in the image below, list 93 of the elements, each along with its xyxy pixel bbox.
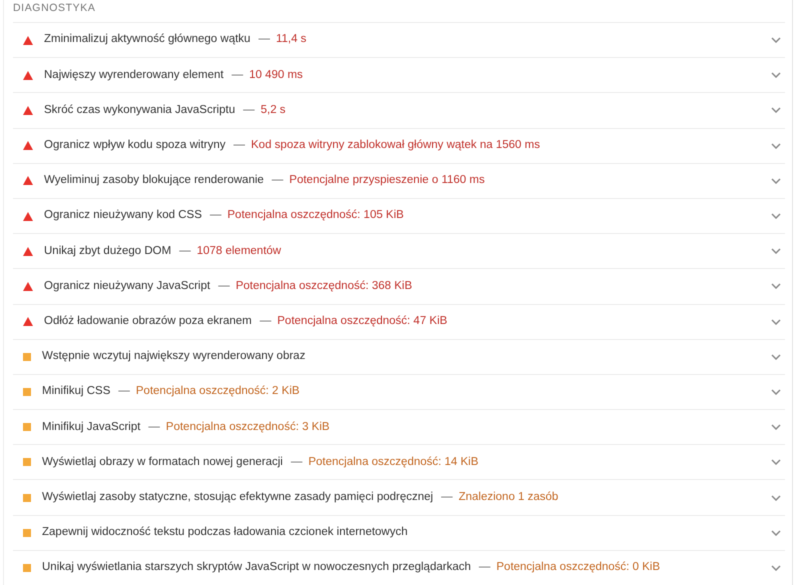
- square-icon: [23, 494, 31, 502]
- chevron-icon: [771, 494, 781, 501]
- audit-detail: 11,4 s: [276, 32, 306, 48]
- audit-row[interactable]: Ogranicz nieużywany JavaScript — Potencjalna oszczędność: 368 KiB: [13, 269, 785, 304]
- dash-separator: —: [243, 102, 255, 118]
- warning-triangle-icon: [23, 317, 33, 326]
- dash-separator: —: [210, 208, 222, 224]
- square-icon: [23, 528, 31, 537]
- audit-title: Minifikuj CSS: [42, 384, 110, 400]
- audit-row[interactable]: Zapewnij widoczność tekstu podczas ładowania czcionek internetowych: [13, 516, 785, 551]
- dash-separator: —: [118, 384, 130, 400]
- audit-row[interactable]: Ogranicz wpływ kodu spoza witryny — Kod spoza witryny zablokował główny wątek na 1560 ms: [13, 128, 785, 164]
- audit-row[interactable]: Najwięszy wyrenderowany element — 10 490 ms: [13, 58, 785, 94]
- audit-row[interactable]: Wyświetlaj obrazy w formatach nowej generacji — Potencjalna oszczędność: 14 KiB: [13, 445, 785, 480]
- square-icon: [23, 352, 31, 361]
- audit-row[interactable]: Zminimalizuj aktywność głównego wątku — 11,4 s: [13, 23, 785, 58]
- chevron-icon: [771, 213, 781, 220]
- dash-separator: —: [232, 68, 244, 83]
- audit-title: Odłóż ładowanie obrazów poza ekranem: [44, 314, 252, 329]
- audit-title: Wyświetlaj zasoby statyczne, stosując efektywne zasady pamięci podręcznej: [42, 490, 434, 505]
- audit-row[interactable]: Wyeliminuj zasoby blokujące renderowanie — Potencjalne przyspieszenie o 1160 ms: [13, 164, 785, 199]
- audit-row[interactable]: Wyświetlaj zasoby statyczne, stosując efektywne zasady pamięci podręcznej — Znaleziono 1 zasób: [13, 480, 785, 516]
- audit-row[interactable]: Minifikuj CSS — Potencjalna oszczędność: 2 KiB: [13, 374, 785, 410]
- warning-triangle-icon: [23, 282, 33, 291]
- audit-detail: 5,2 s: [260, 102, 286, 118]
- audit-detail: Znaleziono 1 zasób: [458, 490, 558, 505]
- audit-row[interactable]: Unikaj zbyt dużego DOM — 1078 elementów: [13, 234, 785, 270]
- square-icon: [23, 388, 31, 396]
- audit-title: Unikaj wyświetlania starszych skryptów JavaScript w nowoczesnych przeglądarkach: [42, 560, 471, 576]
- audit-detail: Potencjalna oszczędność: 105 KiB: [227, 208, 404, 224]
- audit-title: Ogranicz nieużywany kod CSS: [44, 208, 202, 224]
- audit-title: Unikaj zbyt dużego DOM: [44, 244, 172, 259]
- dash-separator: —: [179, 244, 191, 259]
- audit-title: Wstępnie wczytuj największy wyrenderowany obraz: [42, 349, 306, 364]
- square-icon: [23, 423, 31, 432]
- dash-separator: —: [258, 32, 270, 48]
- warning-triangle-icon: [23, 141, 33, 150]
- audit-row[interactable]: Skróć czas wykonywania JavaScriptu — 5,2 s: [13, 93, 785, 129]
- warning-triangle-icon: [23, 36, 33, 45]
- audit-title: Zminimalizuj aktywność głównego wątku: [44, 32, 250, 48]
- dash-separator: —: [478, 560, 490, 576]
- audit-detail: Potencjalna oszczędność: 3 KiB: [166, 420, 330, 435]
- audit-row[interactable]: Unikaj wyświetlania starszych skryptów JavaScript w nowoczesnych przeglądarkach — Potencjalna oszczędność: 0 KiB: [13, 550, 785, 585]
- chevron-icon: [771, 459, 781, 466]
- audit-detail: Potencjalne przyspieszenie o 1160 ms: [289, 173, 485, 188]
- dash-separator: —: [272, 173, 284, 188]
- chevron-icon: [771, 354, 781, 360]
- audit-title: Minifikuj JavaScript: [42, 420, 140, 435]
- chevron-icon: [771, 248, 781, 254]
- chevron-icon: [771, 318, 781, 325]
- audit-row[interactable]: Wstępnie wczytuj największy wyrenderowany obraz: [13, 340, 785, 375]
- audit-title: Ogranicz nieużywany JavaScript: [44, 278, 210, 294]
- dash-separator: —: [148, 420, 160, 435]
- dash-separator: —: [234, 138, 246, 154]
- dash-separator: —: [260, 314, 272, 329]
- chevron-icon: [771, 142, 781, 149]
- audit-detail: Potencjalna oszczędność: 47 KiB: [277, 314, 448, 329]
- chevron-icon: [771, 283, 781, 290]
- chevron-icon: [771, 388, 781, 395]
- audit-title: Zapewnij widoczność tekstu podczas ładowania czcionek internetowych: [42, 525, 408, 540]
- dash-separator: —: [290, 454, 302, 470]
- square-icon: [23, 458, 31, 466]
- chevron-icon: [771, 37, 781, 44]
- warning-triangle-icon: [23, 246, 33, 256]
- dash-separator: —: [218, 278, 230, 294]
- chevron-icon: [771, 72, 781, 78]
- audit-detail: Kod spoza witryny zablokował główny wątek na 1560 ms: [251, 138, 540, 154]
- square-icon: [23, 564, 31, 572]
- audit-detail: 10 490 ms: [249, 68, 303, 83]
- audit-detail: Potencjalna oszczędność: 0 KiB: [496, 560, 660, 576]
- audit-title: Najwięszy wyrenderowany element: [44, 68, 224, 83]
- warning-triangle-icon: [23, 106, 33, 115]
- audit-detail: Potencjalna oszczędność: 368 KiB: [236, 278, 412, 294]
- audit-title: Skróć czas wykonywania JavaScriptu: [44, 102, 236, 118]
- chevron-icon: [771, 424, 781, 430]
- audit-detail: Potencjalna oszczędność: 14 KiB: [308, 454, 478, 470]
- chevron-icon: [771, 178, 781, 184]
- audit-title: Ogranicz wpływ kodu spoza witryny: [44, 138, 226, 154]
- chevron-icon: [771, 530, 781, 536]
- warning-triangle-icon: [23, 212, 33, 221]
- warning-triangle-icon: [23, 70, 33, 80]
- audit-row[interactable]: Ogranicz nieużywany kod CSS — Potencjalna oszczędność: 105 KiB: [13, 198, 785, 234]
- chevron-icon: [771, 564, 781, 571]
- chevron-icon: [771, 107, 781, 114]
- audit-detail: 1078 elementów: [196, 244, 282, 259]
- audit-row[interactable]: Minifikuj JavaScript — Potencjalna oszczędność: 3 KiB: [13, 410, 785, 446]
- dash-separator: —: [441, 490, 453, 505]
- section-heading: DIAGNOSTYKA: [13, 1, 96, 16]
- audit-title: Wyświetlaj obrazy w formatach nowej generacji: [42, 454, 283, 470]
- audit-title: Wyeliminuj zasoby blokujące renderowanie: [44, 173, 264, 188]
- audit-detail: Potencjalna oszczędność: 2 KiB: [136, 384, 300, 400]
- warning-triangle-icon: [23, 176, 33, 186]
- audit-row[interactable]: Odłóż ładowanie obrazów poza ekranem — Potencjalna oszczędność: 47 KiB: [13, 304, 785, 340]
